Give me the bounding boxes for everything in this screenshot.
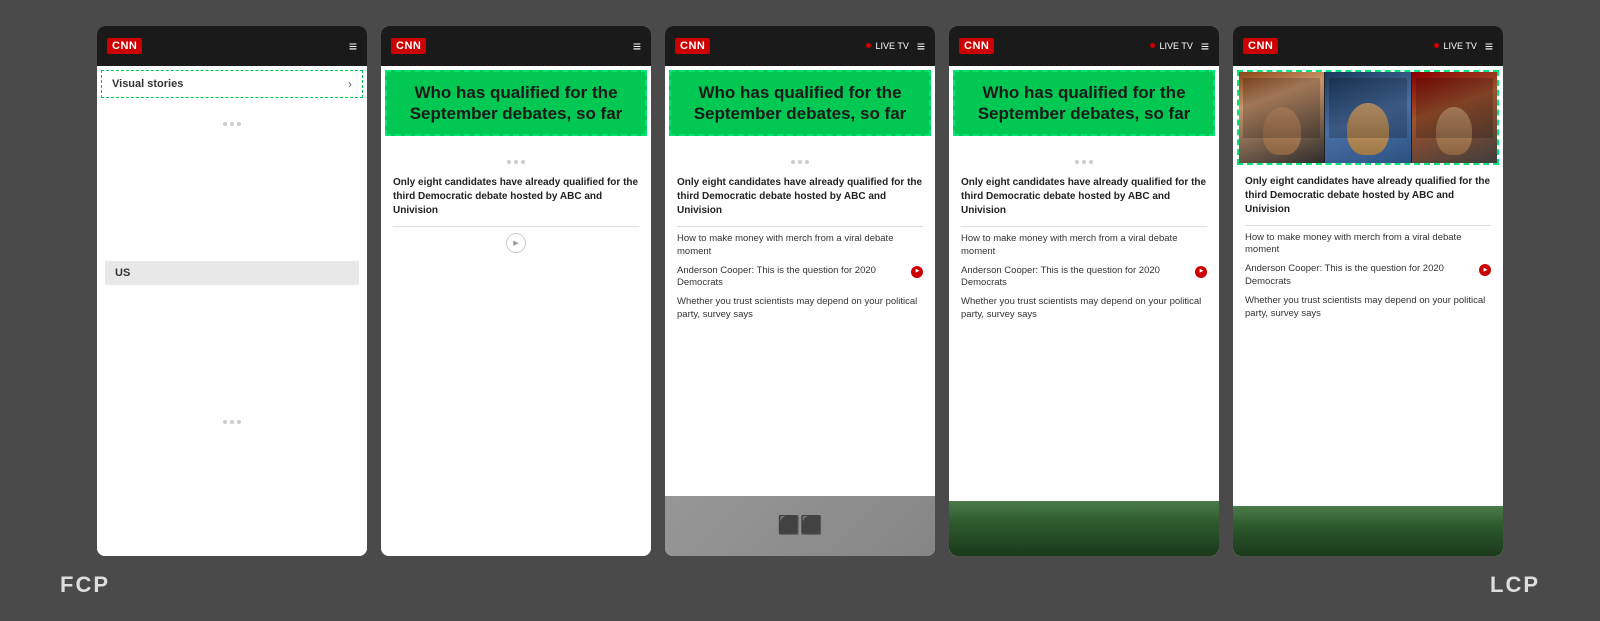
phone-3-content: Who has qualified for the September deba…	[665, 66, 935, 556]
dot-4	[223, 420, 227, 424]
divider-3	[677, 226, 923, 227]
cnn-logo-3: CNN	[675, 38, 710, 54]
divider-4	[961, 226, 1207, 227]
phone-2-header: CNN ≡	[381, 26, 651, 66]
article-image-5	[1233, 506, 1503, 556]
us-section: US	[105, 261, 359, 285]
dot-6	[237, 420, 241, 424]
live-tv-text-4: LIVE TV	[1159, 41, 1192, 51]
headline-text-2: Who has qualified for the September deba…	[399, 82, 633, 125]
main-container: CNN ≡ Visual stories › US	[0, 16, 1600, 556]
article-main-text-5: Only eight candidates have already quali…	[1245, 175, 1491, 217]
article-main-text-3: Only eight candidates have already quali…	[677, 176, 923, 218]
phone-3-header-right: LIVE TV ≡	[866, 38, 925, 54]
article-content-4: Only eight candidates have already quali…	[949, 140, 1219, 497]
article-link-3-3[interactable]: Whether you trust scientists may depend …	[677, 296, 923, 322]
fcp-label: FCP	[60, 572, 110, 598]
visual-stories-bar[interactable]: Visual stories ›	[101, 70, 363, 98]
cnn-logo-2: CNN	[391, 38, 426, 54]
article-loader-4	[961, 148, 1207, 176]
cnn-logo-4: CNN	[959, 38, 994, 54]
live-tv-text-5: LIVE TV	[1443, 41, 1476, 51]
phone-1: CNN ≡ Visual stories › US	[97, 26, 367, 556]
phone-1-header: CNN ≡	[97, 26, 367, 66]
scroll-play-btn[interactable]	[506, 233, 526, 253]
live-dot-3	[866, 43, 871, 48]
headline-block-2: Who has qualified for the September deba…	[385, 70, 647, 137]
live-dot-5	[1434, 43, 1439, 48]
headline-block-4: Who has qualified for the September deba…	[953, 70, 1215, 137]
play-icon-3	[911, 266, 923, 278]
article-link-4-1[interactable]: How to make money with merch from a vira…	[961, 233, 1207, 259]
article-link-4-2[interactable]: Anderson Cooper: This is the question fo…	[961, 265, 1207, 291]
dot-7	[507, 160, 511, 164]
phone-5-header: CNN LIVE TV ≡	[1233, 26, 1503, 66]
dot-2	[230, 122, 234, 126]
phone-4-header-right: LIVE TV ≡	[1150, 38, 1209, 54]
hamburger-icon-2[interactable]: ≡	[633, 38, 641, 54]
live-dot-4	[1150, 43, 1155, 48]
article-link-4-3[interactable]: Whether you trust scientists may depend …	[961, 296, 1207, 322]
article-content-5: Only eight candidates have already quali…	[1233, 169, 1503, 502]
phone-2-content: Who has qualified for the September deba…	[381, 66, 651, 556]
live-tv-badge-4: LIVE TV	[1150, 41, 1192, 51]
phone-4-content: Who has qualified for the September deba…	[949, 66, 1219, 556]
live-tv-text-3: LIVE TV	[875, 41, 908, 51]
article-link-3-1[interactable]: How to make money with merch from a vira…	[677, 233, 923, 259]
article-link-5-1[interactable]: How to make money with merch from a vira…	[1245, 232, 1491, 258]
cnn-logo-5: CNN	[1243, 38, 1278, 54]
headline-text-4: Who has qualified for the September deba…	[967, 82, 1201, 125]
article-image-4	[949, 501, 1219, 556]
cnn-logo-1: CNN	[107, 38, 142, 54]
loading-overlay-3: ⬛⬛	[665, 496, 935, 556]
article-image-3: ⬛⬛	[665, 496, 935, 556]
lcp-label: LCP	[1490, 572, 1540, 598]
article-loader-3	[677, 148, 923, 176]
phone-5-header-right: LIVE TV ≡	[1434, 38, 1493, 54]
phone-2: CNN ≡ Who has qualified for the Septembe…	[381, 26, 651, 556]
phone-4-header: CNN LIVE TV ≡	[949, 26, 1219, 66]
chevron-right-icon: ›	[348, 77, 352, 91]
phone-1-content: Visual stories › US	[97, 66, 367, 556]
bottom-labels: FCP LCP	[0, 556, 1600, 606]
hero-panel-1	[1239, 72, 1324, 163]
dot-9	[521, 160, 525, 164]
dot-8	[514, 160, 518, 164]
visual-stories-label: Visual stories	[112, 78, 183, 90]
dot-5	[230, 420, 234, 424]
phone-3: CNN LIVE TV ≡ Who has qualified for the …	[665, 26, 935, 556]
article-main-text-4: Only eight candidates have already quali…	[961, 176, 1207, 218]
hamburger-icon-3[interactable]: ≡	[917, 38, 925, 54]
play-icon-4	[1195, 266, 1207, 278]
article-loader-2	[393, 148, 639, 176]
hero-panel-2	[1324, 72, 1410, 163]
phone-5-content: Only eight candidates have already quali…	[1233, 66, 1503, 556]
hero-image-container	[1237, 70, 1499, 165]
loader-dots-1	[97, 102, 367, 146]
phone-4: CNN LIVE TV ≡ Who has qualified for the …	[949, 26, 1219, 556]
article-link-5-3[interactable]: Whether you trust scientists may depend …	[1245, 295, 1491, 321]
article-content-2: Only eight candidates have already quali…	[381, 140, 651, 556]
phone-3-header: CNN LIVE TV ≡	[665, 26, 935, 66]
hamburger-icon-4[interactable]: ≡	[1201, 38, 1209, 54]
play-icon-5	[1479, 264, 1491, 276]
headline-text-3: Who has qualified for the September deba…	[683, 82, 917, 125]
dot-1	[223, 122, 227, 126]
divider-5	[1245, 225, 1491, 226]
divider-2	[393, 226, 639, 227]
hamburger-icon-1[interactable]: ≡	[349, 38, 357, 54]
article-link-3-2[interactable]: Anderson Cooper: This is the question fo…	[677, 265, 923, 291]
hero-panel-3	[1411, 72, 1497, 163]
article-main-text-2: Only eight candidates have already quali…	[393, 176, 639, 218]
hamburger-icon-5[interactable]: ≡	[1485, 38, 1493, 54]
article-content-3: Only eight candidates have already quali…	[665, 140, 935, 496]
article-link-5-2[interactable]: Anderson Cooper: This is the question fo…	[1245, 263, 1491, 289]
headline-block-3: Who has qualified for the September deba…	[669, 70, 931, 137]
live-tv-badge-3: LIVE TV	[866, 41, 908, 51]
live-tv-badge-5: LIVE TV	[1434, 41, 1476, 51]
loader-dots-2	[97, 400, 367, 444]
loading-text-3: ⬛⬛	[778, 515, 823, 536]
phone-5: CNN LIVE TV ≡	[1233, 26, 1503, 556]
dot-3	[237, 122, 241, 126]
